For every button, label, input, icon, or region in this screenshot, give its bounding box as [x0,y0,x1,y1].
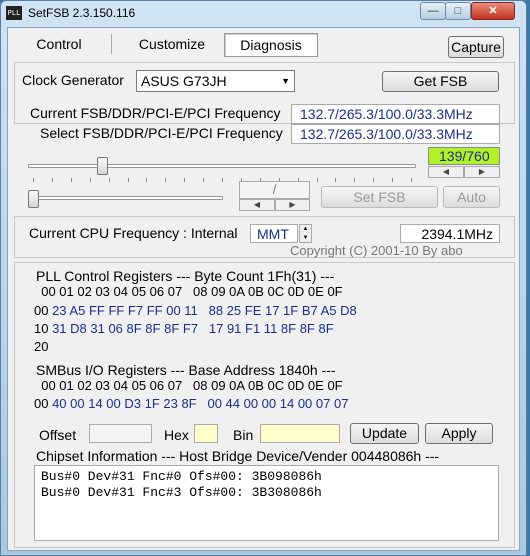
clock-generator-select[interactable]: ASUS G73JH ▼ [136,70,295,92]
ratio-spin-right[interactable]: ▶ [275,199,310,211]
ratio-separator: / [272,182,277,197]
window-title: SetFSB 2.3.150.116 [28,6,136,20]
chipset-info-title: Chipset Information --- Host Bridge Devi… [36,448,440,464]
pll-header-row: 00 01 02 03 04 05 06 07 08 09 0A 0B 0C 0… [34,284,343,299]
close-icon: ✕ [488,5,498,17]
cpu-source-spinner[interactable]: ▲ ▼ [299,224,312,243]
fsb-slider-track[interactable] [28,164,416,168]
slider-tick [70,178,72,182]
pll-registers-title: PLL Control Registers --- Byte Count 1Fh… [36,268,335,284]
slider-tick [354,178,356,182]
title-bar[interactable]: PLL SetFSB 2.3.150.116 — □ ✕ [1,1,526,27]
arrow-left-icon: ◀ [253,200,261,209]
minimize-icon: — [427,5,439,17]
bin-label: Bin [233,427,254,443]
get-fsb-button[interactable]: Get FSB [382,71,499,92]
arrow-up-icon: ▲ [302,226,309,232]
maximize-icon: □ [454,5,462,17]
clock-generator-label: Clock Generator [22,72,124,88]
pll-row: 10 31 D8 31 06 8F 8F 8F F7 17 91 F1 11 8… [34,321,334,336]
copyright-text: Copyright (C) 2001-10 By abo [290,243,463,258]
smbus-header-row: 00 01 02 03 04 05 06 07 08 09 0A 0B 0C 0… [34,378,343,393]
cpu-frequency-value: 2394.1MHz [400,224,500,243]
pll-row: 00 23 A5 FF FF F7 FF 00 11 88 25 FE 17 1… [34,303,357,318]
current-frequency-label: Current FSB/DDR/PCI-E/PCI Frequency [30,105,281,121]
tab-customize[interactable]: Customize [124,33,220,57]
chipset-line: Bus#0 Dev#31 Fnc#3 Ofs#00: 3B308086h [41,485,322,500]
chipset-info-log[interactable]: Bus#0 Dev#31 Fnc#0 Ofs#00: 3B098086h Bus#… [34,465,499,541]
slider-tick [108,178,110,182]
arrow-down-icon: ▼ [302,235,309,241]
fsb-slider-thumb[interactable] [96,157,108,175]
slider-tick [316,178,318,182]
pll-row: 20 [34,339,48,354]
ratio-box[interactable]: / [239,181,310,199]
set-fsb-button[interactable]: Set FSB [321,186,438,208]
tab-divider [111,34,112,54]
current-frequency-value: 132.7/265.3/100.0/33.3MHz [291,104,500,124]
slider-tick [373,178,375,182]
ratio-spin-left[interactable]: ◀ [239,199,275,211]
cpu-frequency-label: Current CPU Frequency : Internal [29,225,238,241]
row-address: 00 [34,396,49,411]
maximize-button[interactable]: □ [445,2,471,20]
arrow-right-icon: ▶ [478,167,486,176]
slider-tick [203,178,205,182]
arrow-right-icon: ▶ [289,200,296,209]
clock-generator-value: ASUS G73JH [141,73,227,89]
smbus-row: 00 40 00 14 00 D3 1F 23 8F 00 44 00 00 1… [34,396,348,411]
offset-label: Offset [39,427,77,443]
secondary-slider-track[interactable] [28,196,223,200]
chipset-line: Bus#0 Dev#31 Fnc#0 Ofs#00: 3B098086h [41,469,322,484]
slider-tick [222,178,223,182]
hex-field[interactable] [194,424,218,443]
fsb-spin-left[interactable]: ◀ [428,166,464,178]
client-area: Control Customize Diagnosis Capture Cloc… [7,27,520,551]
row-data[interactable]: 40 00 14 00 D3 1F 23 8F 00 44 00 00 14 0… [48,396,348,411]
minimize-button[interactable]: — [420,2,446,20]
row-address: 00 [34,303,49,318]
arrow-left-icon: ◀ [442,167,450,176]
row-data[interactable]: 23 A5 FF FF F7 FF 00 11 88 25 FE 17 1F B… [48,303,357,318]
slider-tick [165,178,167,182]
slider-tick [392,178,394,182]
update-button[interactable]: Update [350,423,419,444]
slider-tick [411,178,412,182]
app-icon: PLL [6,6,22,20]
capture-button[interactable]: Capture [448,36,504,58]
hex-label: Hex [164,427,189,443]
row-address: 10 [34,321,49,336]
secondary-slider-thumb[interactable] [28,190,39,208]
cpu-source-select[interactable]: MMT [250,224,298,243]
chevron-down-icon: ▼ [281,76,290,86]
tab-diagnosis[interactable]: Diagnosis [224,33,318,57]
smbus-registers-title: SMBus I/O Registers --- Base Address 184… [36,362,336,378]
select-frequency-label: Select FSB/DDR/PCI-E/PCI Frequency [40,125,283,141]
row-address: 20 [34,339,49,354]
close-button[interactable]: ✕ [471,2,515,20]
fsb-readout: 139/760 [428,147,500,165]
setfsb-window: PLL SetFSB 2.3.150.116 — □ ✕ Control Cus… [0,0,527,556]
auto-button[interactable]: Auto [443,186,500,208]
bin-field[interactable] [260,424,340,443]
offset-field[interactable] [89,424,152,443]
slider-tick [146,178,148,182]
select-frequency-value: 132.7/265.3/100.0/33.3MHz [291,124,500,144]
apply-button[interactable]: Apply [425,423,493,444]
fsb-spin-right[interactable]: ▶ [464,166,500,178]
slider-tick [335,178,337,182]
slider-tick [51,178,53,182]
slider-tick [89,178,91,182]
tab-control[interactable]: Control [24,33,94,57]
slider-tick [33,178,34,182]
row-data[interactable]: 31 D8 31 06 8F 8F 8F F7 17 91 F1 11 8F 8… [48,321,334,336]
slider-tick [184,178,186,182]
slider-tick [127,178,129,182]
